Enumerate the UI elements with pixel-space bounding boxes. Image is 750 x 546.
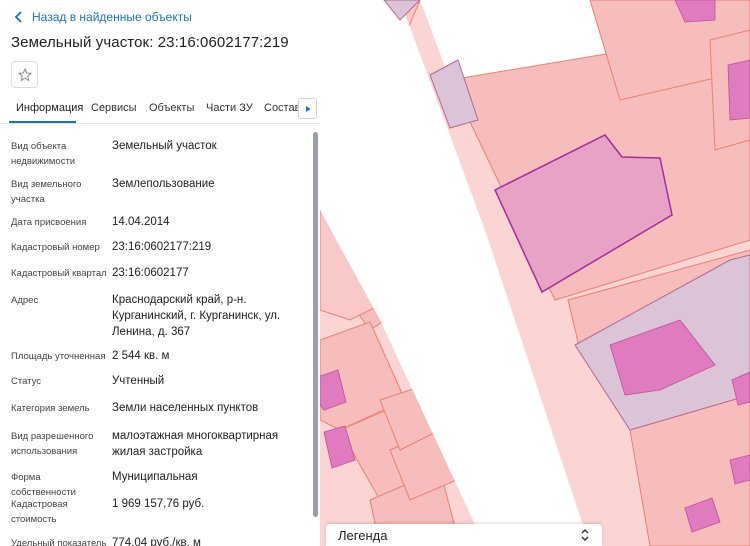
chevron-up-down-icon xyxy=(581,529,589,541)
active-tab-indicator xyxy=(9,121,76,123)
cadastral-map[interactable] xyxy=(320,0,750,546)
info-row-area: Площадь уточненная 2 544 кв. м xyxy=(11,348,309,364)
tab-objects[interactable]: Объекты xyxy=(149,102,194,114)
info-row-parcel-type: Вид земельного участка Землепользование xyxy=(11,176,309,206)
info-row-cadastral-quarter: Кадастровый квартал 23:16:0602177 xyxy=(11,265,309,281)
info-row-label: Площадь уточненная xyxy=(11,351,106,362)
info-row-address: Адрес Краснодарский край, р-н. Курганинс… xyxy=(11,292,309,340)
legend-bar[interactable]: Легенда xyxy=(326,524,602,546)
info-row-label: Вид земельного участка xyxy=(11,179,82,205)
info-row-value: Земли населенных пунктов xyxy=(112,402,259,414)
info-row-value: Землепользование xyxy=(112,178,215,190)
info-row-unit-value: Удельный показатель 774,04 руб./кв. м xyxy=(11,535,309,546)
map-canvas[interactable] xyxy=(320,0,750,546)
info-row-ownership: Форма собственности Муниципальная xyxy=(11,469,309,498)
info-row-label: Статус xyxy=(11,376,42,387)
info-row-label: Категория земель xyxy=(11,403,90,414)
page-title: Земельный участок: 23:16:0602177:219 xyxy=(11,34,289,51)
tab-parts[interactable]: Части ЗУ xyxy=(206,102,253,114)
info-row-label: Удельный показатель xyxy=(11,538,107,546)
legend-label: Легенда xyxy=(338,527,388,543)
info-row-label: Дата присвоения xyxy=(11,217,87,228)
play-right-icon xyxy=(305,105,310,112)
info-row-status: Статус Учтенный xyxy=(11,373,309,389)
info-row-object-type: Вид объекта недвижимости Земельный участ… xyxy=(11,138,309,168)
tab-composition[interactable]: Состав xyxy=(264,102,300,114)
scrollbar-thumb[interactable] xyxy=(313,132,318,517)
info-row-cadastral-value: Кадастровая стоимость 1 969 157,76 руб. xyxy=(11,496,309,526)
back-link-label: Назад в найденные объекты xyxy=(32,10,192,24)
info-row-value: 774,04 руб./кв. м xyxy=(112,537,201,546)
info-row-label: Кадастровый номер xyxy=(11,242,100,253)
info-row-value: 23:16:0602177 xyxy=(112,267,189,279)
info-row-label: Кадастровый квартал xyxy=(11,268,107,279)
info-row-value: Учтенный xyxy=(112,375,165,387)
info-row-label: Вид разрешенного использования xyxy=(11,431,94,457)
info-row-label: Кадастровая стоимость xyxy=(11,499,68,525)
tab-information[interactable]: Информация xyxy=(16,102,83,114)
info-panel: Назад в найденные объекты Земельный учас… xyxy=(0,0,320,546)
chevron-left-icon xyxy=(14,11,22,23)
tabs-scroll-button[interactable] xyxy=(298,98,317,119)
tab-bar: Информация Сервисы Объекты Части ЗУ Сост… xyxy=(0,96,320,124)
info-row-label: Вид объекта недвижимости xyxy=(11,141,76,167)
info-row-value: 14.04.2014 xyxy=(112,216,170,228)
info-row-value: Краснодарский край, р-н. Курганинский, г… xyxy=(112,294,281,338)
info-row-value: Земельный участок xyxy=(112,140,217,152)
info-row-value: Муниципальная xyxy=(112,471,198,483)
star-outline-icon xyxy=(17,67,32,81)
info-row-value: 23:16:0602177:219 xyxy=(112,241,212,253)
info-row-value: 2 544 кв. м xyxy=(112,350,170,362)
info-row-value: малоэтажная многоквартирная жилая застро… xyxy=(112,430,279,458)
info-row-permitted-use: Вид разрешенного использования малоэтажн… xyxy=(11,428,309,458)
tab-services[interactable]: Сервисы xyxy=(91,102,137,114)
info-row-value: 1 969 157,76 руб. xyxy=(112,498,205,510)
info-row-land-category: Категория земель Земли населенных пункто… xyxy=(11,400,309,416)
info-row-label: Адрес xyxy=(11,295,39,306)
favorite-button[interactable] xyxy=(11,61,38,88)
info-row-assignment-date: Дата присвоения 14.04.2014 xyxy=(11,214,309,230)
info-row-cadastral-number: Кадастровый номер 23:16:0602177:219 xyxy=(11,239,309,255)
back-link[interactable]: Назад в найденные объекты xyxy=(12,8,192,26)
